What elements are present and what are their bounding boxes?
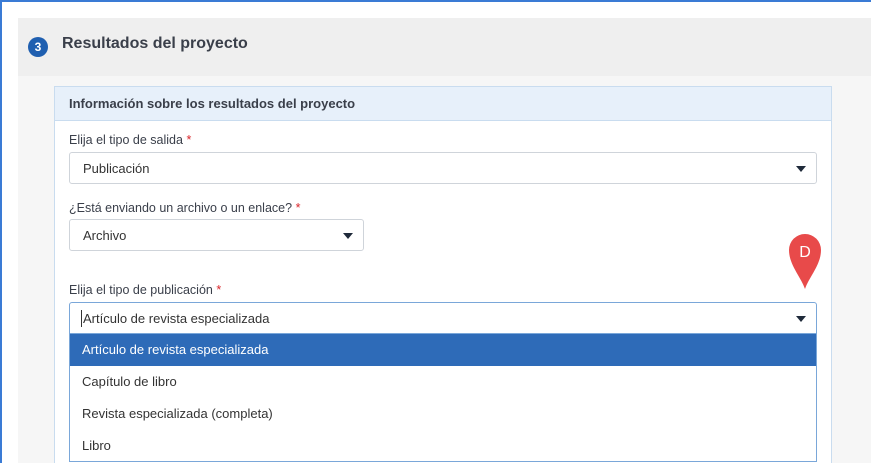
- chevron-down-icon: [343, 233, 353, 239]
- publication-type-dropdown: Artículo de revista especializada Capítu…: [69, 334, 817, 462]
- card-header: Información sobre los resultados del pro…: [55, 87, 831, 121]
- callout-pin-icon: D: [789, 234, 821, 289]
- file-or-link-value: Archivo: [83, 228, 127, 243]
- chevron-down-icon: [796, 316, 806, 322]
- section-header[interactable]: 3 Resultados del proyecto: [18, 18, 871, 76]
- section-title: Resultados del proyecto: [62, 35, 248, 52]
- output-type-select[interactable]: Publicación: [69, 152, 817, 184]
- step-number-badge: 3: [28, 37, 48, 57]
- file-or-link-label-text: ¿Está enviando un archivo o un enlace?: [69, 201, 293, 215]
- publication-type-label: Elija el tipo de publicación *: [69, 283, 221, 297]
- output-type-label: Elija el tipo de salida *: [69, 133, 191, 147]
- output-type-value: Publicación: [83, 161, 150, 176]
- output-type-label-text: Elija el tipo de salida: [69, 133, 183, 147]
- file-or-link-select[interactable]: Archivo: [69, 219, 364, 251]
- required-asterisk: *: [295, 201, 301, 215]
- publication-type-value: Artículo de revista especializada: [83, 311, 270, 326]
- dropdown-option[interactable]: Libro: [70, 430, 816, 462]
- text-cursor: [81, 310, 82, 327]
- required-asterisk: *: [186, 133, 192, 147]
- dropdown-option[interactable]: Revista especializada (completa): [70, 398, 816, 430]
- callout-letter: D: [799, 244, 811, 261]
- publication-type-select[interactable]: Artículo de revista especializada: [69, 302, 817, 334]
- publication-type-label-text: Elija el tipo de publicación: [69, 283, 213, 297]
- required-asterisk: *: [216, 283, 222, 297]
- chevron-down-icon: [796, 166, 806, 172]
- dropdown-option[interactable]: Capítulo de libro: [70, 366, 816, 398]
- file-or-link-label: ¿Está enviando un archivo o un enlace? *: [69, 201, 300, 215]
- card-title: Información sobre los resultados del pro…: [69, 96, 356, 111]
- dropdown-option[interactable]: Artículo de revista especializada: [70, 334, 816, 366]
